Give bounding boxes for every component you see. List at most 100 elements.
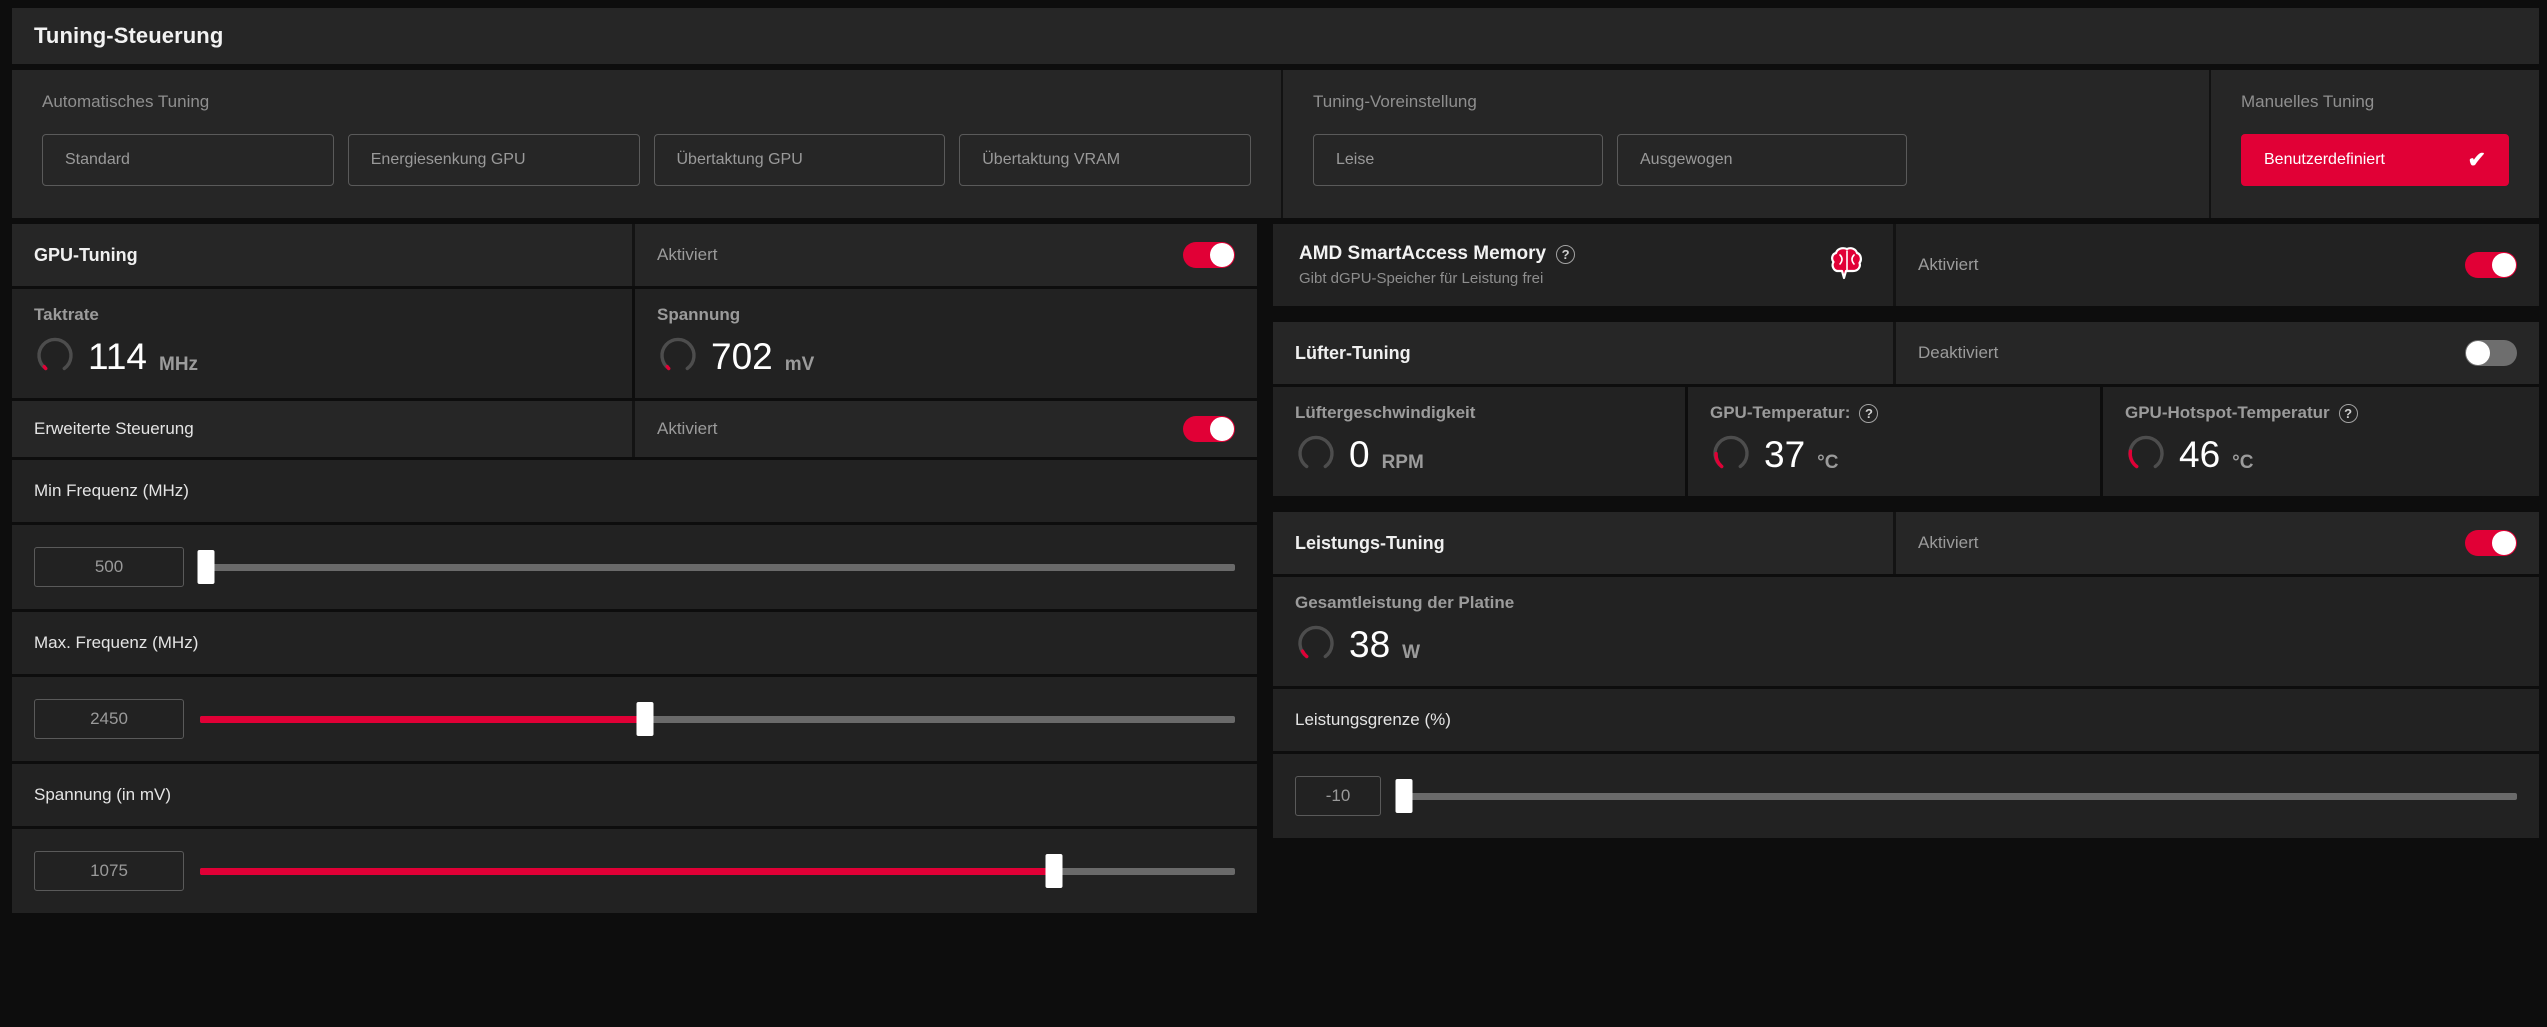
fan-tuning-toggle-row: Deaktiviert [1893, 322, 2539, 384]
min-frequency-label: Min Frequenz (MHz) [12, 460, 1257, 522]
max-frequency-label: Max. Frequenz (MHz) [12, 612, 1257, 674]
smart-access-memory-toggle[interactable] [2465, 252, 2517, 278]
preset-button-overclock-gpu[interactable]: Übertaktung GPU [653, 134, 946, 186]
smart-access-memory-info: AMD SmartAccess Memory ? Gibt dGPU-Speic… [1273, 224, 1893, 306]
toggle-knob [2492, 531, 2516, 555]
metric-clock-speed: Taktrate 114 MHz [12, 289, 632, 398]
gpu-tuning-header: GPU-Tuning Aktiviert [12, 224, 1257, 286]
gpu-tuning-column: GPU-Tuning Aktiviert Taktrate 114 MHz Sp… [12, 224, 1257, 992]
slider-fill [200, 715, 646, 723]
manual-tuning-group: Manuelles Tuning Benutzerdefiniert ✔ [2209, 70, 2539, 218]
fan-tuning-title: Lüfter-Tuning [1273, 322, 1893, 384]
metric-clock-speed-value-row: 114 MHz [34, 333, 610, 380]
right-column: AMD SmartAccess Memory ? Gibt dGPU-Speic… [1273, 224, 2539, 992]
min-frequency-thumb[interactable] [197, 550, 215, 584]
tuning-preset-buttons: Leise Ausgewogen [1313, 134, 2179, 186]
metric-clock-speed-label: Taktrate [34, 305, 99, 324]
metric-fan-speed-number: 0 [1349, 434, 1370, 475]
manual-tuning-buttons: Benutzerdefiniert ✔ [2241, 134, 2509, 186]
main-body: GPU-Tuning Aktiviert Taktrate 114 MHz Sp… [12, 224, 2539, 992]
fan-tuning-header: Lüfter-Tuning Deaktiviert [1273, 322, 2539, 384]
metric-gpu-temperature-label-text: GPU-Temperatur: [1710, 403, 1851, 422]
advanced-control-toggle-row: Aktiviert [632, 401, 1257, 457]
advanced-control-title: Erweiterte Steuerung [12, 401, 632, 457]
fan-tuning-state-label: Deaktiviert [1918, 343, 1999, 362]
automatic-tuning-caption: Automatisches Tuning [42, 92, 210, 111]
min-frequency-input[interactable]: 500 [34, 547, 184, 587]
max-frequency-slider-row: 2450 [12, 677, 1257, 761]
fan-tuning-card: Lüfter-Tuning Deaktiviert Lüftergeschwin… [1273, 322, 2539, 496]
power-tuning-toggle-row: Aktiviert [1893, 512, 2539, 574]
metric-gpu-temperature-value-row: 37 °C [1710, 431, 2078, 478]
voltage-thumb[interactable] [1045, 854, 1063, 888]
fan-tuning-toggle[interactable] [2465, 340, 2517, 366]
window-titlebar: Tuning-Steuerung [12, 8, 2539, 64]
voltage-track[interactable] [200, 854, 1235, 888]
brain-icon [1827, 243, 1867, 288]
advanced-control-toggle[interactable] [1183, 416, 1235, 442]
metric-voltage-value-row: 702 mV [657, 333, 1235, 380]
help-icon[interactable]: ? [2338, 403, 2358, 423]
min-frequency-track[interactable] [197, 550, 1235, 584]
preset-button-custom[interactable]: Benutzerdefiniert ✔ [2241, 134, 2509, 186]
max-frequency-input[interactable]: 2450 [34, 699, 184, 739]
smart-access-memory-state-label: Aktiviert [1918, 255, 1979, 274]
metric-gpu-hotspot-temperature-number: 46 [2179, 434, 2221, 475]
power-tuning-state-label: Aktiviert [1918, 533, 1979, 552]
gauge-icon [657, 333, 699, 380]
toggle-knob [1210, 243, 1234, 267]
toggle-knob [1210, 417, 1234, 441]
gpu-tuning-state-label: Aktiviert [657, 245, 718, 264]
preset-button-quiet[interactable]: Leise [1313, 134, 1603, 186]
manual-tuning-caption: Manuelles Tuning [2241, 92, 2375, 111]
power-limit-thumb[interactable] [1395, 779, 1413, 813]
metric-gpu-temperature: GPU-Temperatur: ? 37 °C [1688, 387, 2100, 496]
page-title: Tuning-Steuerung [34, 23, 224, 48]
metric-gpu-temperature-unit: °C [1817, 452, 1839, 473]
help-icon[interactable]: ? [1556, 244, 1576, 264]
power-tuning-header: Leistungs-Tuning Aktiviert [1273, 512, 2539, 574]
min-frequency-slider-row: 500 [12, 525, 1257, 609]
metric-fan-speed: Lüftergeschwindigkeit 0 RPM [1273, 387, 1685, 496]
metric-voltage-unit: mV [784, 354, 815, 375]
voltage-slider-row: 1075 [12, 829, 1257, 913]
advanced-control-header: Erweiterte Steuerung Aktiviert [12, 401, 1257, 457]
check-icon: ✔ [2467, 147, 2486, 172]
power-tuning-toggle[interactable] [2465, 530, 2517, 556]
fan-tuning-metrics: Lüftergeschwindigkeit 0 RPM GPU-Temperat… [1273, 387, 2539, 496]
power-limit-track[interactable] [1395, 779, 2517, 813]
metric-fan-speed-unit: RPM [1381, 452, 1424, 473]
gpu-tuning-title: GPU-Tuning [12, 224, 632, 286]
gpu-tuning-toggle[interactable] [1183, 242, 1235, 268]
metric-gpu-temperature-label: GPU-Temperatur: ? [1710, 403, 2078, 423]
gauge-icon [1295, 431, 1337, 478]
max-frequency-thumb[interactable] [636, 702, 654, 736]
metric-gpu-hotspot-temperature: GPU-Hotspot-Temperatur ? 46 °C [2103, 387, 2539, 496]
voltage-input[interactable]: 1075 [34, 851, 184, 891]
advanced-control-state-label: Aktiviert [657, 419, 718, 438]
metric-total-board-power-number: 38 [1349, 624, 1391, 665]
automatic-tuning-buttons: Standard Energiesenkung GPU Übertaktung … [42, 134, 1251, 186]
preset-button-custom-label: Benutzerdefiniert [2264, 151, 2385, 168]
metric-total-board-power: Gesamtleistung der Platine 38 W [1273, 577, 2539, 686]
smart-access-memory-toggle-row: Aktiviert [1893, 224, 2539, 306]
metric-total-board-power-value-row: 38 W [1295, 621, 2517, 668]
preset-button-balanced[interactable]: Ausgewogen [1617, 134, 1907, 186]
gpu-tuning-toggle-row: Aktiviert [632, 224, 1257, 286]
help-icon[interactable]: ? [1859, 403, 1879, 423]
power-limit-slider-row: -10 [1273, 754, 2539, 838]
smart-access-memory-text: AMD SmartAccess Memory ? Gibt dGPU-Speic… [1299, 243, 1576, 287]
preset-button-undervolt-gpu[interactable]: Energiesenkung GPU [347, 134, 640, 186]
metric-gpu-hotspot-temperature-label-text: GPU-Hotspot-Temperatur [2125, 403, 2330, 422]
preset-band: Automatisches Tuning Standard Energiesen… [12, 70, 2539, 218]
max-frequency-track[interactable] [200, 702, 1235, 736]
tuning-preset-caption: Tuning-Voreinstellung [1313, 92, 1477, 111]
toggle-knob [2466, 341, 2490, 365]
gauge-icon [2125, 431, 2167, 478]
power-limit-input[interactable]: -10 [1295, 776, 1381, 816]
gauge-icon [1295, 621, 1337, 668]
voltage-label: Spannung (in mV) [12, 764, 1257, 826]
preset-button-overclock-vram[interactable]: Übertaktung VRAM [959, 134, 1251, 186]
preset-button-standard[interactable]: Standard [42, 134, 334, 186]
slider-track [200, 563, 1235, 571]
